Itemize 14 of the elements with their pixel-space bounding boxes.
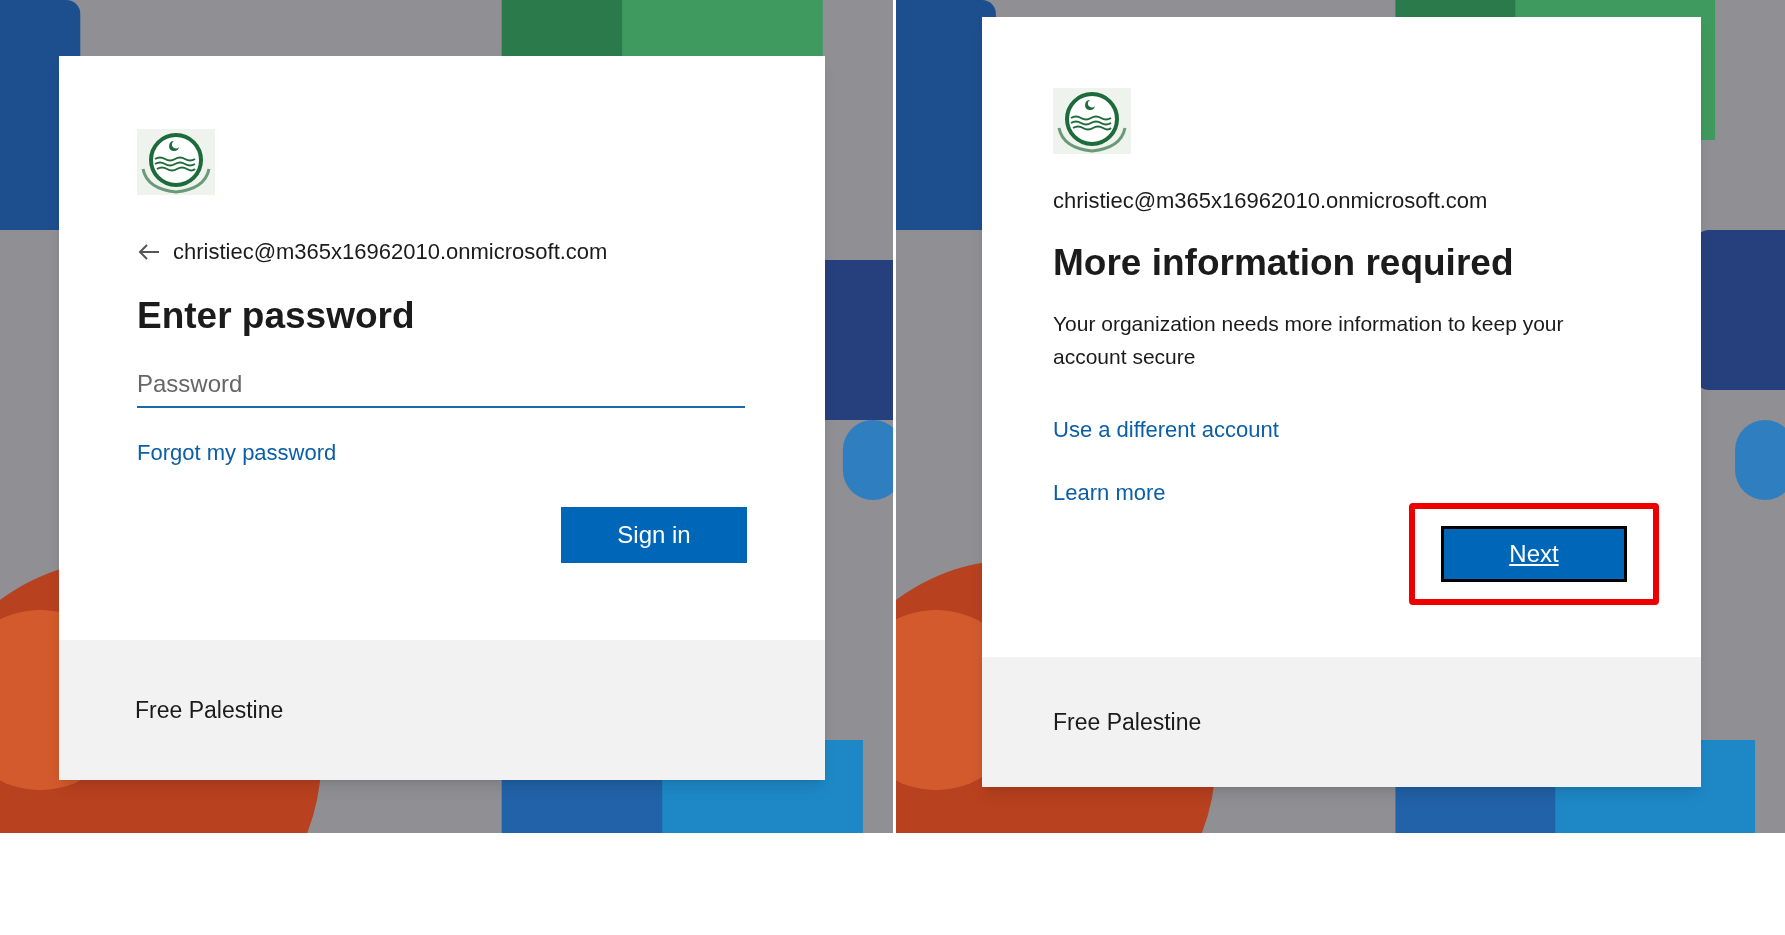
footer-text: Free Palestine xyxy=(135,695,284,725)
text-link[interactable]: Learn more xyxy=(1053,475,1166,509)
page-title: More information required xyxy=(1053,241,1515,285)
password-field[interactable]: Password xyxy=(137,361,745,408)
footer-text: Free Palestine xyxy=(1053,707,1202,737)
info-message: Your organization needs more information to keep your account secure xyxy=(1053,310,1565,370)
account-email: christiec@m365x16962010.onmicrosoft.com xyxy=(1053,187,1488,215)
back-arrow-icon[interactable] xyxy=(137,242,161,261)
next-button[interactable]: Next xyxy=(1441,525,1627,582)
page-title: Enter password xyxy=(137,294,416,338)
account-email: christiec@m365x16962010.onmicrosoft.com xyxy=(173,238,608,266)
text-link[interactable]: Forgot my password xyxy=(137,435,337,469)
sign-in-button[interactable]: Sign in xyxy=(561,506,747,563)
text-link[interactable]: Use a different account xyxy=(1053,412,1279,446)
